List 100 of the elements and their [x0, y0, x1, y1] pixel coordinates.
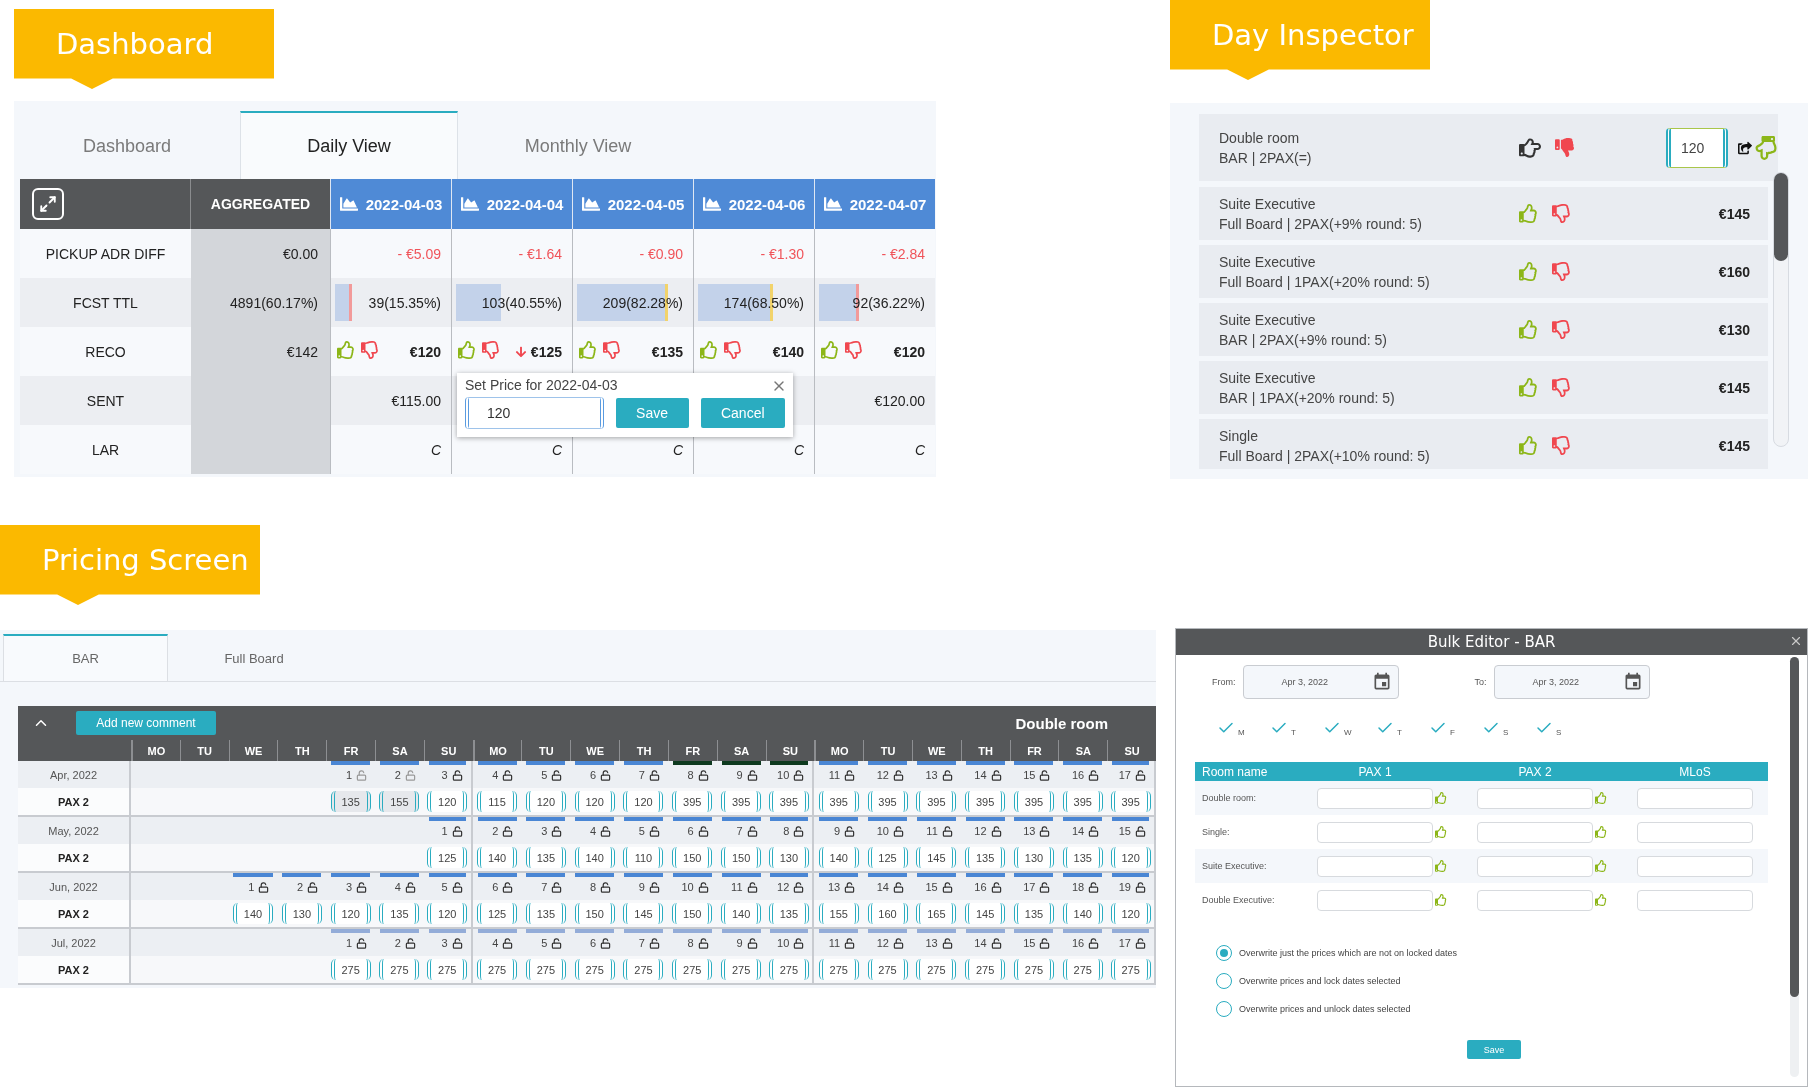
price-input[interactable]: [1477, 889, 1593, 911]
unlocked-icon[interactable]: [1135, 881, 1146, 893]
thumbs-down-icon[interactable]: [1552, 262, 1571, 281]
price-field[interactable]: 135: [525, 847, 566, 868]
thumbs-down-icon[interactable]: [361, 341, 379, 359]
unlocked-icon[interactable]: [793, 937, 805, 949]
area-chart-icon[interactable]: [339, 195, 358, 213]
price-field[interactable]: 275: [1062, 959, 1103, 980]
unlocked-icon[interactable]: [502, 937, 514, 949]
price-input[interactable]: [1317, 889, 1433, 911]
price-field[interactable]: 135: [965, 847, 1006, 868]
tab[interactable]: Monthly View: [458, 111, 698, 179]
room-row[interactable]: Suite Executive Full Board | 2PAX(+9% round: 5) €145: [1199, 187, 1768, 240]
thumbs-up-icon[interactable]: [1595, 894, 1607, 906]
thumbs-up-icon[interactable]: [1435, 792, 1447, 804]
weekday-checkbox[interactable]: T: [1270, 719, 1301, 737]
price-field[interactable]: 275: [916, 959, 957, 980]
thumbs-up-icon[interactable]: [1519, 378, 1538, 397]
scrollbar-thumb[interactable]: [1790, 657, 1799, 997]
price-field[interactable]: 120: [525, 791, 566, 812]
price-field[interactable]: 275: [965, 959, 1006, 980]
price-field[interactable]: 395: [1110, 791, 1151, 812]
unlocked-icon[interactable]: [600, 825, 612, 837]
unlocked-icon[interactable]: [990, 937, 1002, 949]
price-input[interactable]: 120: [1666, 127, 1728, 168]
pointing-hand-icon[interactable]: [1519, 136, 1541, 159]
unlocked-icon[interactable]: [697, 769, 709, 781]
price-field[interactable]: 275: [623, 959, 664, 980]
price-field[interactable]: 150: [574, 903, 615, 924]
thumbs-down-icon[interactable]: [1552, 320, 1571, 339]
unlocked-icon[interactable]: [551, 881, 563, 893]
price-field[interactable]: 275: [721, 959, 762, 980]
price-field[interactable]: 275: [867, 959, 908, 980]
close-icon[interactable]: [1789, 634, 1803, 648]
thumbs-up-icon[interactable]: [337, 341, 355, 359]
unlocked-icon[interactable]: [307, 881, 319, 893]
area-chart-icon[interactable]: [581, 195, 600, 213]
radio-option[interactable]: Overwrite prices and lock dates selected: [1216, 973, 1767, 989]
unlocked-icon[interactable]: [892, 937, 904, 949]
price-field[interactable]: 275: [427, 959, 468, 980]
unlocked-icon[interactable]: [551, 825, 563, 837]
thumbs-up-icon[interactable]: [579, 341, 597, 359]
tab[interactable]: Dashboard: [14, 111, 240, 179]
radio-button[interactable]: [1216, 945, 1232, 961]
weekday-checkbox[interactable]: W: [1323, 719, 1354, 737]
price-field[interactable]: 145: [623, 903, 664, 924]
price-field[interactable]: 275: [1013, 959, 1054, 980]
unlocked-icon[interactable]: [1088, 769, 1100, 781]
unlocked-icon[interactable]: [1135, 937, 1146, 949]
area-chart-icon[interactable]: [702, 195, 721, 213]
scrollbar-thumb[interactable]: [1774, 173, 1788, 261]
price-input[interactable]: [1477, 787, 1593, 809]
thumbs-down-icon[interactable]: [1552, 378, 1571, 397]
unlocked-icon[interactable]: [941, 769, 953, 781]
price-field[interactable]: 275: [574, 959, 615, 980]
unlocked-icon[interactable]: [746, 937, 758, 949]
radio-option[interactable]: Overwrite just the prices which are not on locked dates: [1216, 945, 1767, 961]
room-row[interactable]: Suite Executive BAR | 1PAX(+20% round: 5) €145: [1199, 361, 1768, 414]
expand-icon[interactable]: [32, 188, 64, 220]
thumbs-down-icon[interactable]: [724, 341, 742, 359]
unlocked-icon[interactable]: [258, 881, 270, 893]
unlocked-icon[interactable]: [451, 825, 463, 837]
price-field[interactable]: 275: [525, 959, 566, 980]
price-field[interactable]: 120: [330, 903, 371, 924]
unlocked-icon[interactable]: [1039, 769, 1051, 781]
area-chart-icon[interactable]: [823, 195, 842, 213]
unlocked-icon[interactable]: [892, 825, 904, 837]
price-field[interactable]: 115: [477, 791, 518, 812]
unlocked-icon[interactable]: [844, 881, 856, 893]
price-field[interactable]: 140: [574, 847, 615, 868]
weekday-checkbox[interactable]: F: [1429, 719, 1460, 737]
unlocked-icon[interactable]: [648, 825, 660, 837]
unlocked-icon[interactable]: [502, 825, 514, 837]
price-field[interactable]: 395: [867, 791, 908, 812]
price-field[interactable]: 275: [1110, 959, 1151, 980]
price-field[interactable]: 150: [721, 847, 762, 868]
price-field[interactable]: 165: [916, 903, 957, 924]
price-field[interactable]: 275: [477, 959, 518, 980]
thumbs-down-icon[interactable]: [603, 341, 621, 359]
tab[interactable]: Full Board: [168, 634, 340, 681]
unlocked-icon[interactable]: [1088, 825, 1100, 837]
room-row[interactable]: Suite Executive Full Board | 1PAX(+20% round: 5) €160: [1199, 245, 1768, 298]
tab[interactable]: Daily View: [240, 111, 458, 179]
weekday-checkbox[interactable]: S: [1482, 719, 1513, 737]
price-field[interactable]: 140: [721, 903, 762, 924]
thumbs-down-icon[interactable]: [1552, 436, 1571, 455]
price-field[interactable]: 135: [379, 903, 420, 924]
unlocked-icon[interactable]: [451, 769, 463, 781]
thumbs-down-icon[interactable]: [482, 341, 500, 359]
price-field[interactable]: 150: [672, 847, 713, 868]
thumbs-down-icon[interactable]: [1555, 138, 1574, 157]
unlocked-icon[interactable]: [1088, 881, 1100, 893]
price-field[interactable]: 120: [427, 903, 468, 924]
unlocked-icon[interactable]: [648, 769, 660, 781]
unlocked-icon[interactable]: [600, 937, 612, 949]
unlocked-icon[interactable]: [600, 881, 612, 893]
unlocked-icon[interactable]: [551, 937, 563, 949]
thumbs-up-icon[interactable]: [1519, 204, 1538, 223]
date-field[interactable]: Apr 3, 2022: [1242, 665, 1399, 699]
unlocked-icon[interactable]: [600, 769, 612, 781]
